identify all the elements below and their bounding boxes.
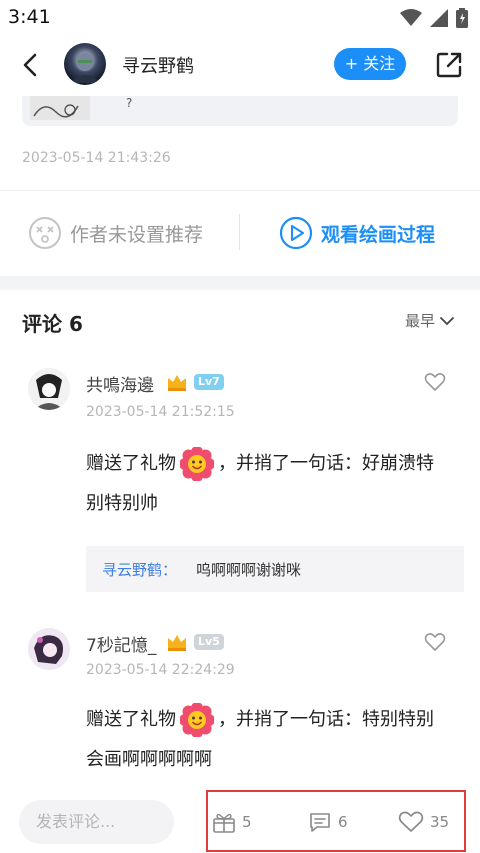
app-screen: 3:41 寻云野鹤 + 关注 ? 2023-05-14 21:43:26 作者未…	[0, 0, 480, 853]
author-name[interactable]: 寻云野鹤	[122, 52, 194, 78]
commenter-avatar[interactable]	[28, 628, 70, 670]
watch-label: 观看绘画过程	[321, 223, 436, 246]
comments-title: 评论 6	[22, 312, 83, 336]
comment-input[interactable]: 发表评论...	[19, 800, 174, 844]
sketch-thumbnail[interactable]	[30, 96, 90, 120]
level-badge: Lv7	[194, 374, 224, 390]
heart-icon	[398, 811, 424, 832]
top-header: 寻云野鹤 + 关注	[0, 34, 480, 96]
crown-icon	[168, 375, 186, 391]
divider	[0, 190, 480, 191]
like-button[interactable]: 35	[398, 810, 449, 834]
like-heart-icon[interactable]	[424, 632, 446, 652]
like-count: 35	[430, 813, 450, 831]
gift-button[interactable]: 5	[212, 810, 252, 834]
comment-button[interactable]: 6	[308, 810, 348, 834]
post-date: 2023-05-14 21:43:26	[22, 150, 171, 166]
strip-text: ?	[126, 96, 133, 110]
comments-section: 评论 6 最早 共鳴海邊 Lv7 2023-05-14 21:52:15 赠送了…	[0, 290, 480, 810]
battery-icon	[456, 8, 468, 28]
flower-gift-icon	[180, 703, 214, 737]
comment-icon	[310, 813, 330, 832]
no-recommendation: 作者未设置推荐	[28, 216, 203, 250]
signal-icon	[430, 9, 448, 27]
comment-time: 2023-05-14 22:24:29	[86, 662, 235, 678]
back-arrow-icon[interactable]	[16, 50, 46, 80]
post-card: ? 2023-05-14 21:43:26 作者未设置推荐 观看绘画过程	[0, 96, 480, 276]
gift-icon	[213, 813, 235, 833]
status-bar: 3:41	[0, 0, 480, 34]
comment-time: 2023-05-14 21:52:15	[86, 404, 235, 420]
sort-dropdown[interactable]: 最早	[405, 310, 455, 331]
crown-icon	[168, 635, 186, 651]
commenter-name[interactable]: 7秒記憶_	[86, 631, 156, 656]
dizzy-face-icon	[29, 217, 61, 249]
reply-author-name[interactable]: 寻云野鹤：	[102, 559, 177, 580]
quoted-content-strip: ?	[22, 96, 458, 126]
author-avatar[interactable]	[64, 43, 106, 85]
reply-text: 呜啊啊啊谢谢咪	[196, 561, 302, 579]
vertical-divider	[239, 214, 240, 250]
status-icons	[400, 8, 468, 28]
wifi-icon	[400, 9, 422, 26]
sort-label: 最早	[405, 312, 436, 330]
gift-count: 5	[242, 813, 252, 831]
play-icon	[279, 216, 313, 250]
comment-text: 赠送了礼物 ，并捎了一句话：特别特别会画啊啊啊啊啊	[86, 700, 450, 780]
share-icon[interactable]	[434, 50, 464, 80]
comment-text: 赠送了礼物 ，并捎了一句话：好崩溃特别特别帅	[86, 444, 450, 524]
like-heart-icon[interactable]	[424, 372, 446, 392]
commenter-avatar[interactable]	[28, 368, 70, 410]
chevron-down-icon	[440, 316, 454, 325]
bottom-action-bar: 发表评论... 5 6 35	[0, 786, 480, 853]
watch-drawing-process-button[interactable]: 观看绘画过程	[279, 216, 435, 250]
flower-gift-icon	[180, 447, 214, 481]
author-reply[interactable]: 寻云野鹤： 呜啊啊啊谢谢咪	[86, 546, 464, 592]
follow-button[interactable]: + 关注	[334, 48, 406, 80]
commenter-name[interactable]: 共鳴海邊	[86, 371, 154, 396]
level-badge: Lv5	[194, 634, 224, 650]
no-recommendation-label: 作者未设置推荐	[70, 223, 204, 246]
status-time: 3:41	[8, 6, 51, 28]
comment-count: 6	[338, 813, 348, 831]
